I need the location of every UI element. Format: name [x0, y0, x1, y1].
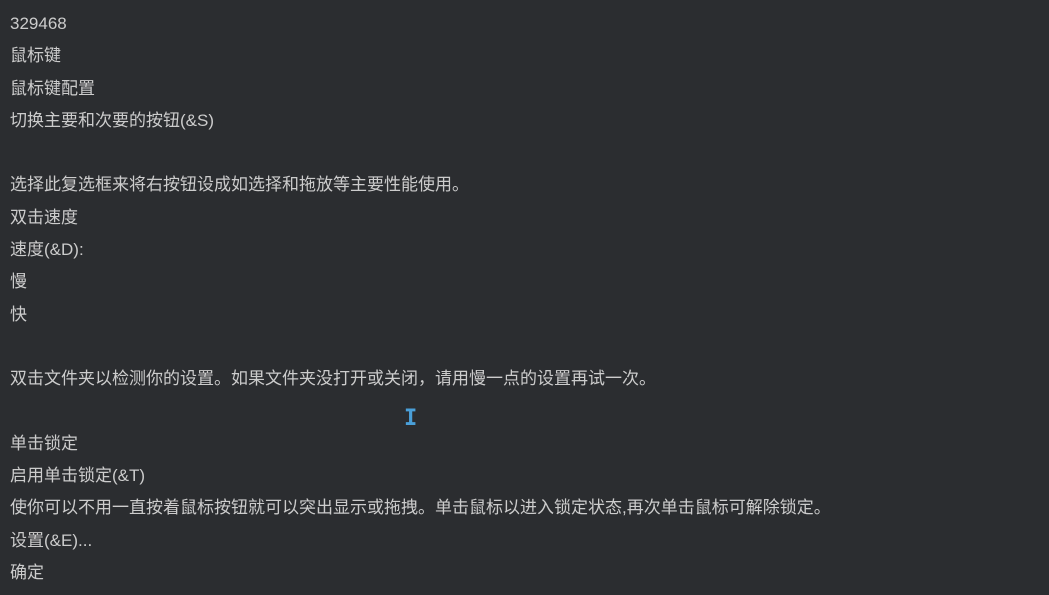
section-mouse-keys: 鼠标键 [10, 40, 1039, 72]
blank-line [10, 331, 1039, 363]
section-mouse-keys-config: 鼠标键配置 [10, 73, 1039, 105]
click-lock-section: 单击锁定 [10, 428, 1039, 460]
switch-buttons-description: 选择此复选框来将右按钮设成如选择和拖放等主要性能使用。 [10, 169, 1039, 201]
enable-click-lock-checkbox-label[interactable]: 启用单击锁定(&T) [10, 460, 1039, 492]
blank-line [10, 137, 1039, 169]
blank-line [10, 396, 1039, 428]
speed-fast-label: 快 [10, 299, 1039, 331]
double-click-test-description: 双击文件夹以检测你的设置。如果文件夹没打开或关闭，请用慢一点的设置再试一次。 [10, 363, 1039, 395]
speed-slow-label: 慢 [10, 266, 1039, 298]
ok-button[interactable]: 确定 [10, 557, 1039, 589]
text-cursor-icon: I [404, 398, 407, 420]
settings-button[interactable]: 设置(&E)... [10, 525, 1039, 557]
click-lock-description: 使你可以不用一直按着鼠标按钮就可以突出显示或拖拽。单击鼠标以进入锁定状态,再次单… [10, 492, 1039, 524]
speed-label: 速度(&D): [10, 234, 1039, 266]
title-number: 329468 [10, 8, 1039, 40]
double-click-speed-section: 双击速度 [10, 202, 1039, 234]
switch-buttons-checkbox-label[interactable]: 切换主要和次要的按钮(&S) [10, 105, 1039, 137]
